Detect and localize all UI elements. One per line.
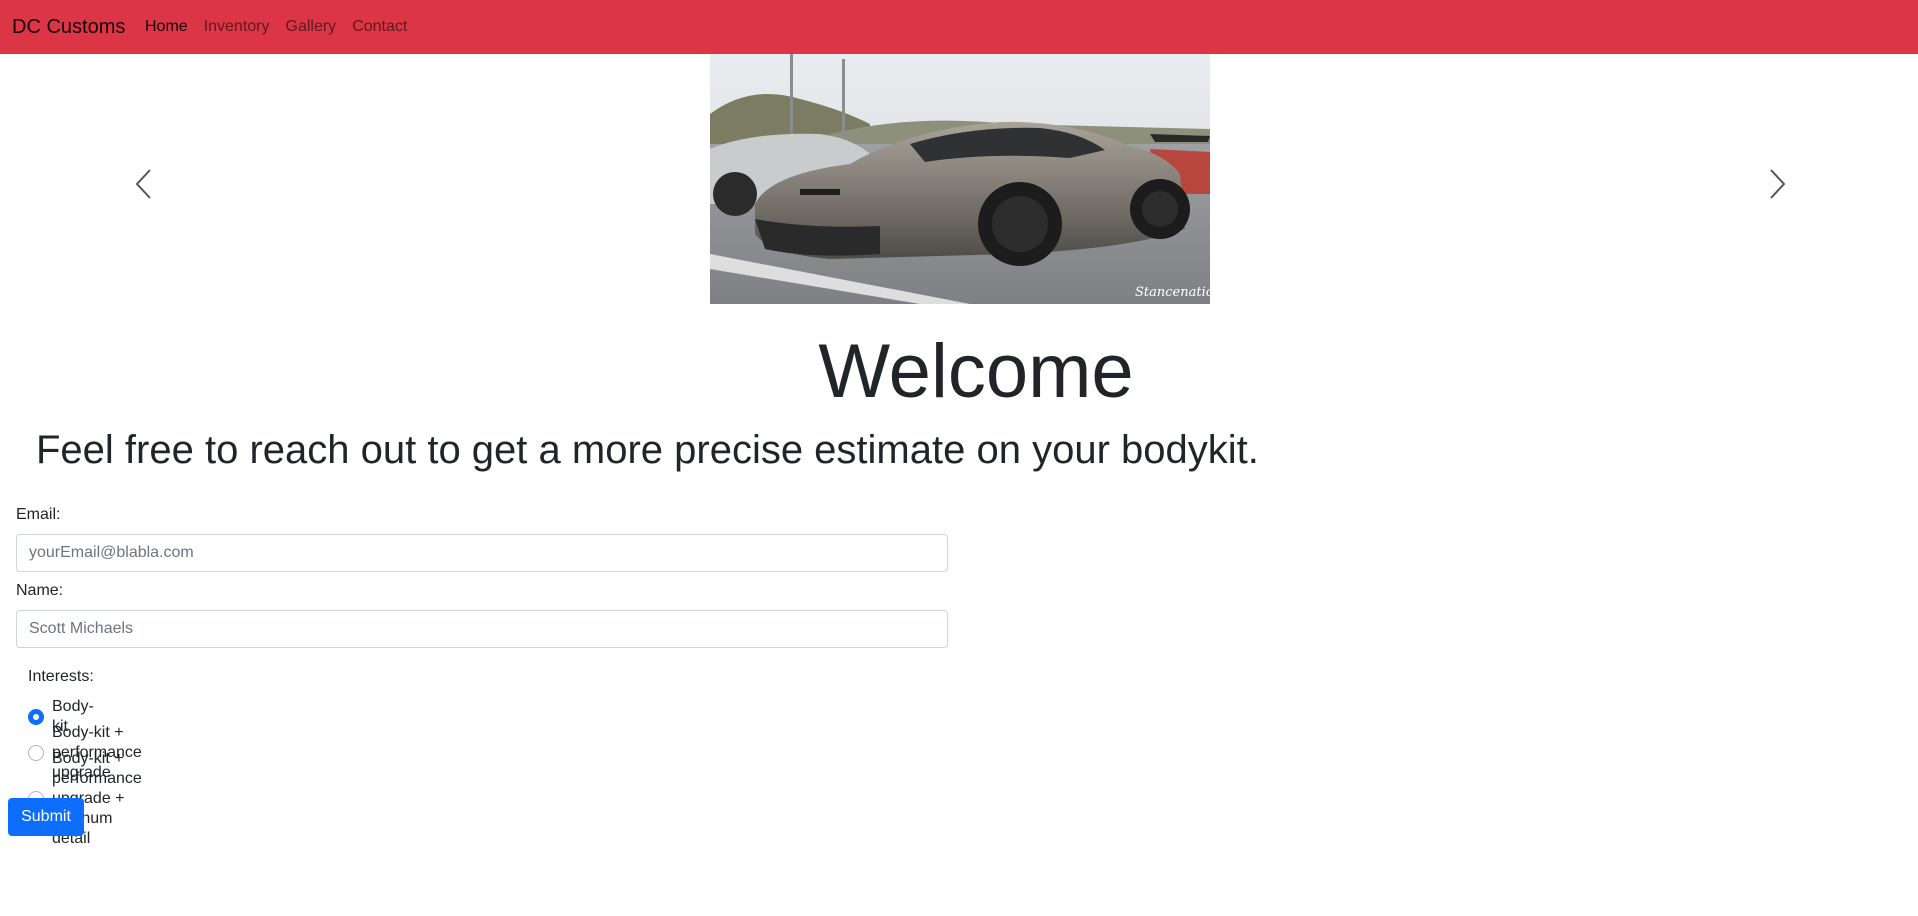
nav-contact[interactable]: Contact — [352, 16, 407, 38]
page-title: Welcome — [818, 329, 1134, 414]
nav-inventory[interactable]: Inventory — [204, 16, 270, 38]
image-carousel: Stancenation — [0, 54, 1918, 304]
email-label: Email: — [16, 506, 61, 523]
chevron-left-icon — [135, 169, 151, 199]
car-photo: Stancenation — [710, 54, 1210, 304]
carousel-next-button[interactable] — [1757, 154, 1797, 214]
nav-links: Home Inventory Gallery Contact — [145, 16, 423, 38]
submit-button[interactable]: Submit — [8, 798, 84, 836]
page-subtitle: Feel free to reach out to get a more pre… — [36, 428, 1259, 472]
watermark-text: Stancenation — [1135, 285, 1210, 300]
brand-link[interactable]: DC Customs — [12, 14, 125, 40]
name-input[interactable] — [16, 610, 948, 648]
name-label: Name: — [16, 582, 64, 599]
navbar: DC Customs Home Inventory Gallery Contac… — [0, 0, 1918, 54]
carousel-prev-button[interactable] — [124, 154, 164, 214]
nav-gallery[interactable]: Gallery — [286, 16, 337, 38]
nav-home[interactable]: Home — [145, 16, 188, 38]
interests-label: Interests: — [28, 668, 94, 685]
chevron-right-icon — [1770, 169, 1786, 199]
email-input[interactable] — [16, 534, 948, 572]
